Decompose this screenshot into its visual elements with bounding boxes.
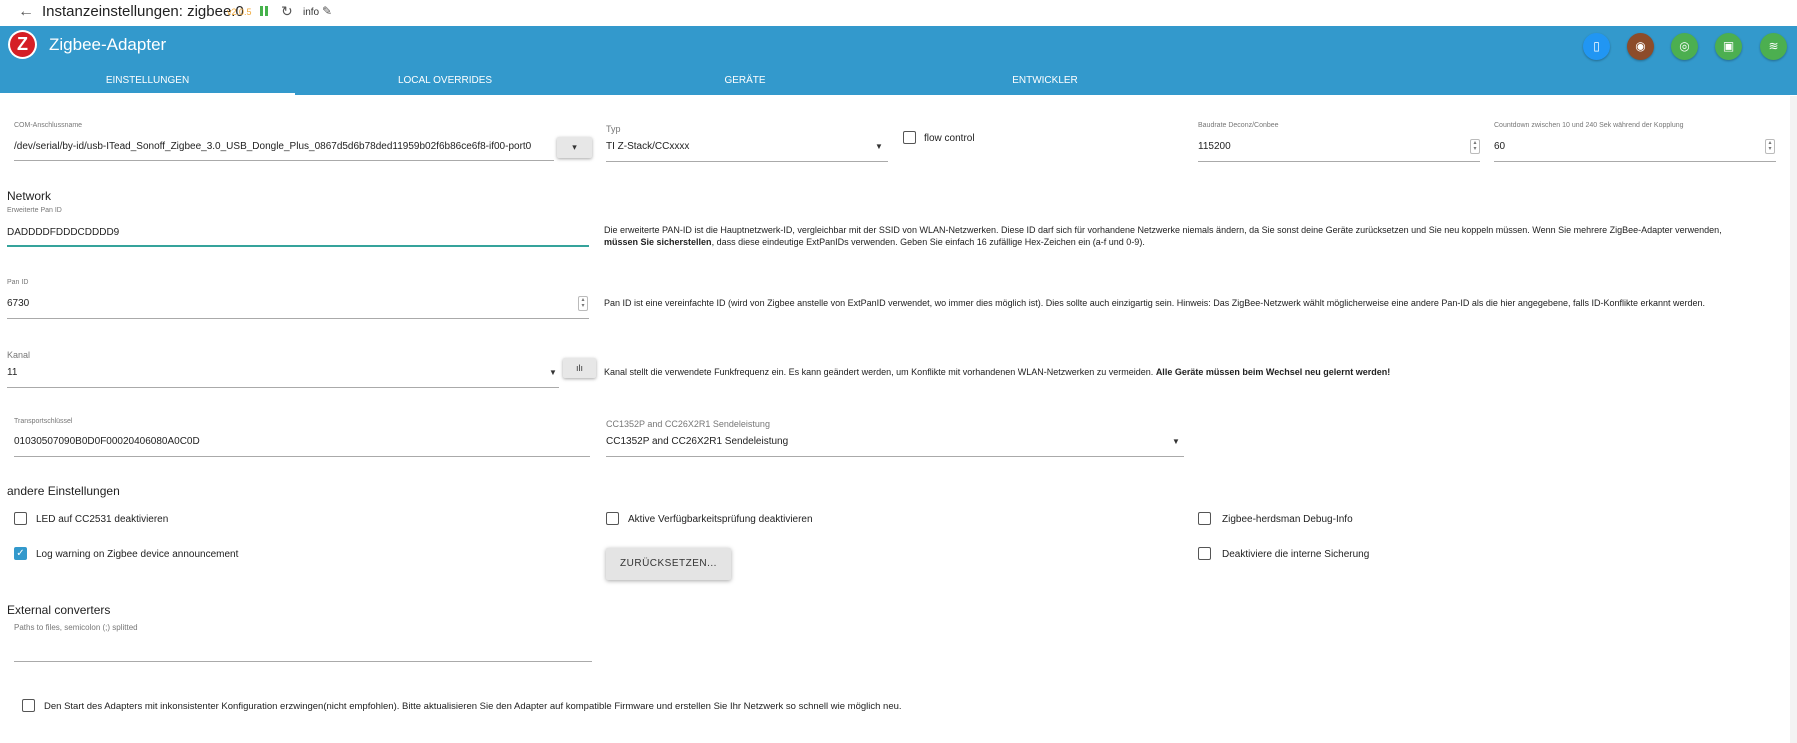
typ-chevron-down-icon[interactable]: ▼ <box>875 142 883 151</box>
reset-button[interactable]: ZURÜCKSETZEN... <box>606 548 731 580</box>
ext-pan-underline <box>7 245 589 247</box>
external-converters-placeholder: Paths to files, semicolon (;) splitted <box>14 623 138 632</box>
countdown-label: Countdown zwischen 10 und 240 Sek währen… <box>1494 122 1684 129</box>
zigbee-logo-icon: Z <box>10 32 35 57</box>
ext-pan-label: Erweiterte Pan ID <box>7 207 62 214</box>
baud-label: Baudrate Deconz/Conbee <box>1198 122 1279 129</box>
scrollbar[interactable] <box>1790 96 1797 743</box>
back-arrow-icon[interactable]: ← <box>18 3 34 21</box>
tab-geraete[interactable]: GERÄTE <box>600 74 890 94</box>
countdown-underline <box>1494 161 1776 162</box>
ext-pan-description: Die erweiterte PAN-ID ist die Hauptnetzw… <box>604 224 1754 248</box>
typ-select[interactable]: TI Z-Stack/CCxxxx <box>606 141 689 152</box>
com-label: COM-Anschlussname <box>14 122 83 129</box>
pause-icon[interactable] <box>260 6 268 16</box>
pan-input[interactable]: 6730 <box>7 298 29 309</box>
pan-description: Pan ID ist eine vereinfachte ID (wird vo… <box>604 298 1706 308</box>
force-start-label: Den Start des Adapters mit inkonsistente… <box>44 701 902 712</box>
tab-local-overrides[interactable]: LOCAL OVERRIDES <box>300 74 590 94</box>
app-title: Zigbee-Adapter <box>49 35 167 54</box>
availability-checkbox[interactable] <box>606 512 619 525</box>
led-checkbox[interactable] <box>14 512 27 525</box>
countdown-input[interactable]: 60 <box>1494 141 1505 152</box>
external-converters-heading: External converters <box>7 603 111 617</box>
baud-underline <box>1198 161 1480 162</box>
ext-pan-input[interactable]: DADDDDFDDDCDDDD9 <box>7 227 119 238</box>
ext-pan-desc-bold: müssen Sie sicherstellen <box>604 237 712 247</box>
com-dropdown-button[interactable]: ▾ <box>557 137 592 158</box>
typ-label: Typ <box>606 124 621 134</box>
kanal-underline <box>7 387 559 388</box>
other-settings-heading: andere Einstellungen <box>7 484 120 498</box>
wifi-icon[interactable]: ◎ <box>1671 33 1698 60</box>
backup-checkbox[interactable] <box>1198 547 1211 560</box>
flow-control-checkbox[interactable] <box>903 131 916 144</box>
kanal-chevron-down-icon[interactable]: ▼ <box>549 368 557 377</box>
force-start-checkbox[interactable] <box>22 699 35 712</box>
version-badge: v2.0.5 <box>227 7 252 17</box>
sende-select[interactable]: CC1352P and CC26X2R1 Sendeleistung <box>606 436 788 447</box>
external-converters-input[interactable] <box>14 661 592 662</box>
map-icon[interactable]: ◉ <box>1627 33 1654 60</box>
chip-icon[interactable]: ▣ <box>1715 33 1742 60</box>
reload-icon[interactable]: ↻ <box>281 3 293 20</box>
log-warning-checkbox[interactable]: ✓ <box>14 547 27 560</box>
debug-checkbox[interactable] <box>1198 512 1211 525</box>
backup-label: Deaktiviere die interne Sicherung <box>1222 549 1370 560</box>
edit-pencil-icon[interactable]: ✎ <box>322 4 332 18</box>
kanal-desc-text: Kanal stellt die verwendete Funkfrequenz… <box>604 367 1154 377</box>
transport-label: Transportschlüssel <box>14 418 73 425</box>
signal-icon[interactable]: ≋ <box>1760 33 1787 60</box>
device-icon[interactable]: ▯ <box>1583 33 1610 60</box>
checkmark-icon: ✓ <box>16 548 25 559</box>
pan-label: Pan ID <box>7 279 29 286</box>
com-value[interactable]: /dev/serial/by-id/usb-ITead_Sonoff_Zigbe… <box>14 141 531 152</box>
ext-pan-desc-rest: , dass diese eindeutige ExtPanIDs verwen… <box>711 237 1145 247</box>
kanal-label: Kanal <box>7 350 31 360</box>
pan-spinner[interactable]: ▴ ▾ <box>578 296 588 311</box>
typ-underline <box>606 161 888 162</box>
debug-label: Zigbee-herdsman Debug-Info <box>1222 514 1353 525</box>
pan-underline <box>7 318 589 319</box>
tab-entwickler[interactable]: ENTWICKLER <box>900 74 1190 94</box>
ext-pan-desc-text: Die erweiterte PAN-ID ist die Hauptnetzw… <box>604 225 1722 235</box>
kanal-desc-bold: Alle Geräte müssen beim Wechsel neu gele… <box>1155 367 1391 377</box>
log-warning-label: Log warning on Zigbee device announcemen… <box>36 549 239 560</box>
flow-control-label: flow control <box>924 133 975 144</box>
page-title: Instanzeinstellungen: zigbee.0 <box>42 3 244 20</box>
transport-input[interactable]: 01030507090B0D0F00020406080A0C0D <box>14 436 200 447</box>
com-underline <box>14 160 554 161</box>
network-heading: Network <box>7 189 52 203</box>
info-link[interactable]: info <box>303 7 319 18</box>
kanal-select[interactable]: 11 <box>7 367 17 378</box>
sende-label: CC1352P and CC26X2R1 Sendeleistung <box>606 419 770 429</box>
channel-scan-button[interactable]: ılı <box>563 358 596 378</box>
sende-underline <box>606 456 1184 457</box>
led-label: LED auf CC2531 deaktivieren <box>36 514 169 525</box>
caret-down-icon: ▾ <box>572 142 577 152</box>
sende-chevron-down-icon[interactable]: ▼ <box>1172 437 1180 446</box>
baud-input[interactable]: 115200 <box>1198 141 1231 152</box>
kanal-description: Kanal stellt die verwendete Funkfrequenz… <box>604 366 1754 378</box>
transport-underline <box>14 456 590 457</box>
active-tab-indicator <box>0 93 295 95</box>
tab-einstellungen[interactable]: EINSTELLUNGEN <box>0 74 295 94</box>
waveform-icon: ılı <box>575 363 583 373</box>
baud-spinner[interactable]: ▴ ▾ <box>1470 139 1480 154</box>
countdown-spinner[interactable]: ▴ ▾ <box>1765 139 1775 154</box>
availability-label: Aktive Verfügbarkeitsprüfung deaktiviere… <box>628 514 813 525</box>
title-bar: ← Instanzeinstellungen: zigbee.0 v2.0.5 … <box>0 0 1797 27</box>
